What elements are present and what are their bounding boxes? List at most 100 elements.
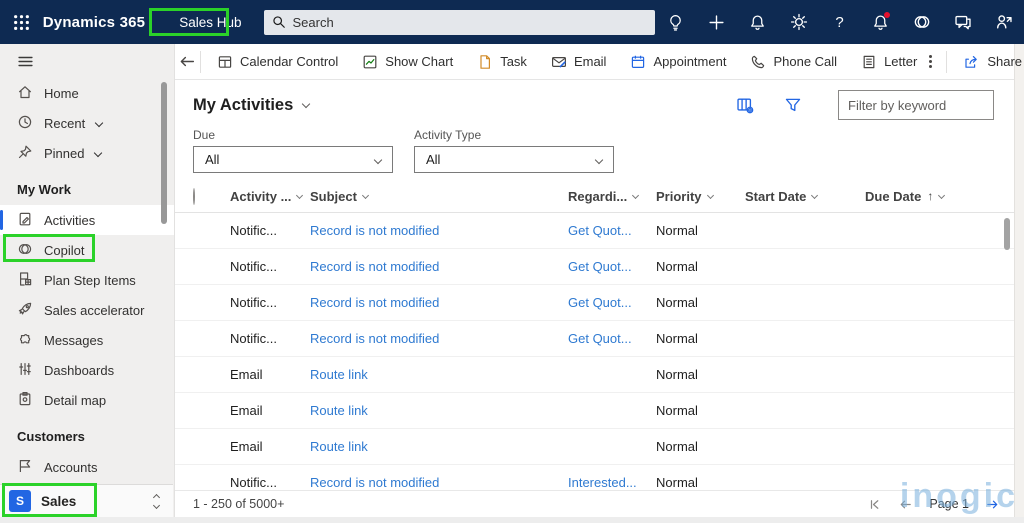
table-row[interactable]: Email Route link Normal	[175, 357, 1014, 393]
column-header-regarding[interactable]: Regardi...	[568, 189, 656, 204]
grid-scrollbar-thumb[interactable]	[1004, 218, 1010, 250]
edit-columns-icon[interactable]	[736, 96, 754, 114]
table-row[interactable]: Email Route link Normal	[175, 393, 1014, 429]
chevron-down-icon	[811, 191, 819, 199]
due-filter-select[interactable]: All	[193, 146, 393, 173]
column-header-activity-type[interactable]: Activity ...	[230, 189, 310, 204]
sidebar-item-accounts[interactable]: Accounts	[0, 452, 174, 482]
activity-type-filter-select[interactable]: All	[414, 146, 614, 173]
sidebar-item-plan-step-items[interactable]: Plan Step Items	[0, 265, 174, 295]
cell-priority: Normal	[656, 403, 698, 418]
sidebar-item-sales-accelerator[interactable]: Sales accelerator	[0, 295, 174, 325]
plan-step-items-icon	[17, 271, 33, 290]
share-button[interactable]: Share	[932, 50, 1024, 73]
regarding-link[interactable]: Get Quot...	[568, 295, 632, 310]
command-label: Appointment	[653, 54, 727, 69]
collapse-menu-icon[interactable]	[0, 44, 174, 78]
keyword-filter-input[interactable]	[838, 90, 994, 120]
subject-link[interactable]: Route link	[310, 439, 368, 454]
sidebar-item-activities[interactable]: Activities	[0, 205, 174, 235]
filter-funnel-icon[interactable]	[784, 96, 802, 114]
column-header-subject[interactable]: Subject	[310, 189, 568, 204]
regarding-link[interactable]: Interested...	[568, 475, 637, 490]
help-icon[interactable]: ?	[819, 0, 860, 44]
select-all-radio[interactable]	[193, 187, 195, 205]
global-search[interactable]	[263, 9, 655, 35]
clock-icon	[17, 114, 33, 133]
bell-icon[interactable]	[737, 0, 778, 44]
view-header: My Activities	[175, 80, 1014, 124]
regarding-link[interactable]: Get Quot...	[568, 259, 632, 274]
divider	[946, 50, 948, 73]
chevron-down-icon	[361, 191, 370, 199]
subject-link[interactable]: Record is not modified	[310, 475, 439, 490]
cell-priority: Normal	[656, 259, 698, 274]
environment-name[interactable]: Sales Hub	[169, 10, 251, 35]
lightbulb-icon[interactable]	[655, 0, 696, 44]
command-show-chart[interactable]: Show Chart	[350, 44, 465, 80]
table-row[interactable]: Email Route link Normal	[175, 429, 1014, 465]
notifications-bell-icon[interactable]	[860, 0, 901, 44]
column-header-start-date[interactable]: Start Date	[745, 189, 865, 204]
table-row[interactable]: Notific... Record is not modified Intere…	[175, 465, 1014, 490]
chevron-down-icon[interactable]	[94, 148, 103, 158]
subject-link[interactable]: Record is not modified	[310, 331, 439, 346]
previous-page-icon[interactable]	[898, 497, 913, 512]
view-selector[interactable]: My Activities	[193, 95, 311, 115]
column-header-due-date[interactable]: Due Date ↑	[865, 189, 1014, 204]
command-task[interactable]: Task	[465, 44, 539, 80]
copilot-icon[interactable]	[901, 0, 942, 44]
calendar-grid-icon	[217, 54, 233, 70]
subject-link[interactable]: Route link	[310, 367, 368, 382]
sidebar-item-copilot[interactable]: Copilot	[0, 235, 174, 265]
command-letter[interactable]: Letter	[849, 44, 929, 80]
back-arrow-icon[interactable]	[179, 44, 196, 80]
cell-priority: Normal	[656, 331, 698, 346]
sidebar-scrollbar-thumb[interactable]	[161, 82, 167, 224]
column-header-priority[interactable]: Priority	[656, 189, 745, 204]
sidebar-item-pinned[interactable]: Pinned	[0, 138, 174, 168]
subject-link[interactable]: Record is not modified	[310, 259, 439, 274]
appointment-calendar-icon	[630, 54, 646, 70]
first-page-icon[interactable]	[867, 497, 882, 512]
next-page-icon[interactable]	[985, 497, 1000, 512]
feedback-chat-icon[interactable]	[942, 0, 983, 44]
subject-link[interactable]: Record is not modified	[310, 295, 439, 310]
view-title-label: My Activities	[193, 95, 294, 114]
sidebar-item-home[interactable]: Home	[0, 78, 174, 108]
regarding-link[interactable]: Get Quot...	[568, 331, 632, 346]
page-scrollbar-track[interactable]	[1014, 44, 1024, 517]
table-row[interactable]: Notific... Record is not modified Get Qu…	[175, 321, 1014, 357]
activity-type-filter: Activity Type All	[414, 128, 614, 180]
table-row[interactable]: Notific... Record is not modified Get Qu…	[175, 285, 1014, 321]
sidebar-item-detail-map[interactable]: Detail map	[0, 385, 174, 415]
sidebar-item-label: Detail map	[44, 392, 107, 408]
subject-link[interactable]: Record is not modified	[310, 223, 439, 238]
cell-activity-type: Email	[230, 439, 263, 454]
record-range: 1 - 250 of 5000+	[193, 497, 285, 511]
sidebar-item-label: Home	[44, 85, 79, 101]
command-appointment[interactable]: Appointment	[618, 44, 738, 80]
sidebar-item-label: Recent	[44, 115, 86, 131]
add-icon[interactable]	[696, 0, 737, 44]
app-title[interactable]: Dynamics 365	[43, 14, 145, 31]
sidebar-item-messages[interactable]: Messages	[0, 325, 174, 355]
regarding-link[interactable]: Get Quot...	[568, 223, 632, 238]
chevron-down-icon	[594, 155, 604, 164]
area-switcher-sales[interactable]: S Sales	[0, 484, 173, 517]
command-email[interactable]: Email	[539, 44, 619, 80]
sidebar-item-dashboards[interactable]: Dashboards	[0, 355, 174, 385]
table-row[interactable]: Notific... Record is not modified Get Qu…	[175, 213, 1014, 249]
user-icon[interactable]	[983, 0, 1024, 44]
search-input[interactable]	[292, 14, 647, 30]
command-phone-call[interactable]: Phone Call	[738, 44, 849, 80]
command-label: Show Chart	[385, 54, 454, 69]
table-row[interactable]: Notific... Record is not modified Get Qu…	[175, 249, 1014, 285]
command-calendar-control[interactable]: Calendar Control	[205, 44, 350, 80]
app-launcher-waffle-icon[interactable]	[0, 0, 43, 44]
settings-gear-icon[interactable]	[778, 0, 819, 44]
chevron-down-icon[interactable]	[94, 118, 104, 128]
subject-link[interactable]: Route link	[310, 403, 368, 418]
cell-priority: Normal	[656, 295, 698, 310]
sidebar-item-recent[interactable]: Recent	[0, 108, 174, 138]
